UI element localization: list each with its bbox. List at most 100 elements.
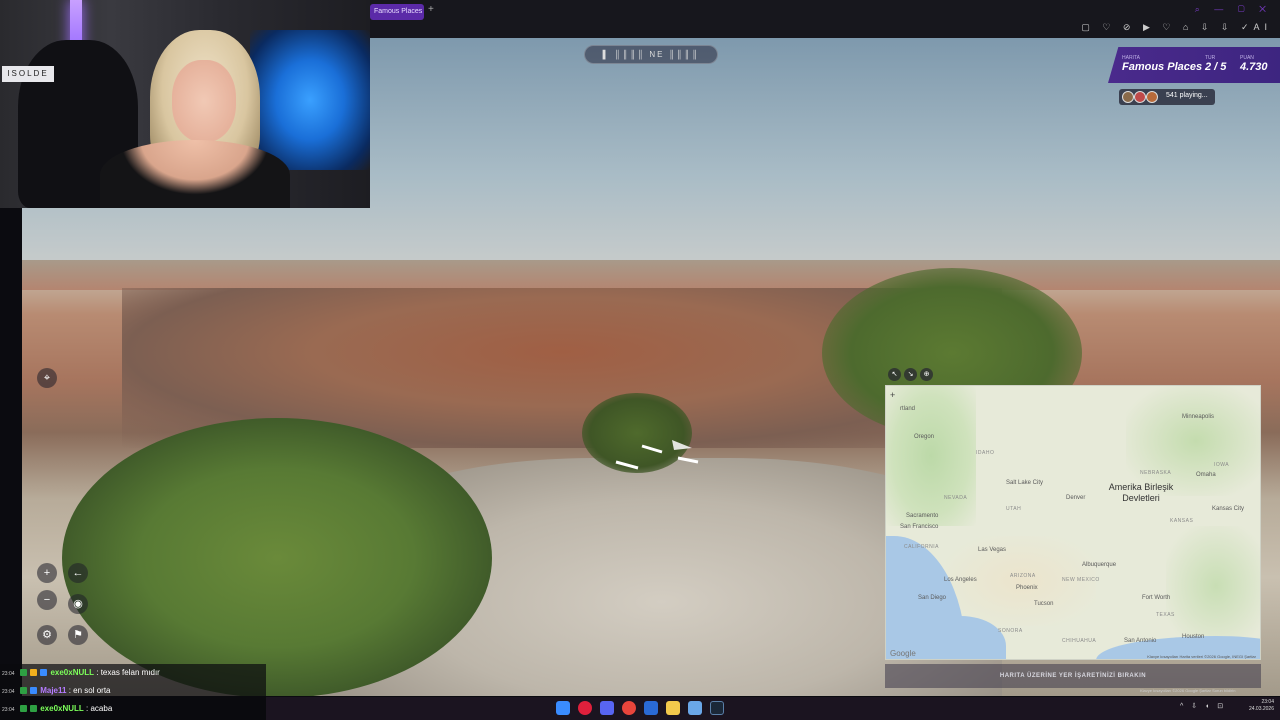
- city-label: San Diego: [918, 595, 947, 601]
- badge-icon: [19, 687, 27, 695]
- status-round: TUR 2 / 5: [1205, 55, 1226, 73]
- map-tools: ↖ ↘ ⊕: [885, 368, 937, 382]
- player-avatar: [1122, 91, 1134, 103]
- browser-tab[interactable]: Famous Places - Gam: [370, 4, 424, 20]
- clock-date: 24.03.2026: [1248, 706, 1274, 712]
- state-label: NEVADA: [944, 495, 968, 501]
- streetview-move-arrow-icon[interactable]: [612, 436, 702, 472]
- map-shrink-icon[interactable]: ↘: [904, 368, 917, 381]
- app-icon[interactable]: [644, 701, 658, 715]
- map-expand-icon[interactable]: ↖: [888, 368, 901, 381]
- city-label: Kansas City: [1212, 506, 1245, 512]
- state-label: ARIZONA: [1010, 573, 1036, 579]
- guess-map[interactable]: + rtland Minneapolis Oregon Salt Lake Ci…: [885, 385, 1261, 660]
- city-label: Tucson: [1034, 601, 1054, 607]
- badge-icon: [40, 669, 48, 677]
- player-avatar: [1146, 91, 1158, 103]
- webcam-blue-light: [250, 30, 370, 170]
- state-label: IOWA: [1214, 462, 1230, 468]
- map-attribution[interactable]: Klavye kısayolları Harita verileri ©2026…: [1147, 654, 1256, 659]
- city-label: Omaha: [1196, 472, 1216, 478]
- flag-icon[interactable]: ⚑: [68, 625, 88, 645]
- status-map: HARITA Famous Places: [1122, 55, 1202, 73]
- chat-time: 23:04: [2, 707, 15, 713]
- system-tray-icons[interactable]: ^ ⇩ ◖ ⊡: [1180, 702, 1226, 710]
- city-label: San Francisco: [900, 524, 939, 530]
- guess-button[interactable]: HARITA ÜZERİNE YER İŞARETİNİZİ BIRAKIN: [885, 664, 1261, 688]
- discord-icon[interactable]: [600, 701, 614, 715]
- state-label: UTAH: [1006, 506, 1022, 512]
- chat-text: : acaba: [86, 704, 113, 713]
- state-label: CALIFORNIA: [904, 544, 940, 550]
- window-controls[interactable]: ⌕ — ▢ ✕: [1195, 4, 1272, 15]
- city-label: Denver: [1066, 495, 1086, 501]
- webcam-overlay: ISOLDE: [0, 0, 370, 208]
- map-terrain: [1126, 386, 1260, 496]
- webcam-sign: ISOLDE: [2, 66, 54, 82]
- state-label: NEBRASKA: [1140, 470, 1172, 476]
- app-icon[interactable]: [688, 701, 702, 715]
- player-avatar: [1134, 91, 1146, 103]
- folder-icon[interactable]: [666, 701, 680, 715]
- tree: [62, 418, 492, 696]
- new-tab-button[interactable]: +: [428, 4, 434, 15]
- chat-username[interactable]: exe0xNULL: [50, 668, 94, 677]
- city-label: Sacramento: [906, 513, 939, 519]
- streamer-face: [172, 60, 236, 142]
- location-pin-icon[interactable]: ⌖: [37, 368, 57, 388]
- state-label: IDAHO: [976, 450, 995, 456]
- city-label: Houston: [1182, 634, 1205, 640]
- status-map-value: Famous Places: [1122, 61, 1203, 73]
- map-footer[interactable]: Klavye kısayolları ©2026 Google Şartlar …: [1140, 688, 1235, 693]
- opera-gx-icon[interactable]: [578, 701, 592, 715]
- badge-icon: [29, 669, 37, 677]
- chat-text: : en sol orta: [68, 686, 111, 695]
- chat-username[interactable]: exe0xNULL: [40, 704, 84, 713]
- players-count: 541 playing...: [1166, 92, 1208, 99]
- chat-username[interactable]: Maje11: [40, 686, 66, 695]
- map-label: rtland: [900, 406, 916, 412]
- city-label: Minneapolis: [1182, 414, 1215, 420]
- settings-gear-icon[interactable]: ⚙: [37, 625, 57, 645]
- badge-icon: [19, 705, 27, 713]
- steam-icon[interactable]: [710, 701, 724, 715]
- google-logo: Google: [890, 649, 916, 658]
- chat-message: 23:04 Maje11 : en sol orta: [2, 686, 111, 695]
- city-label: Oregon: [914, 434, 935, 440]
- city-label: Los Angeles: [944, 577, 977, 583]
- return-to-start-icon[interactable]: ◉: [68, 594, 88, 614]
- map-terrain: [1166, 526, 1260, 646]
- chat-time: 23:04: [2, 671, 15, 677]
- status-round-value: 2 / 5: [1205, 61, 1227, 73]
- zoom-in-icon[interactable]: +: [37, 563, 57, 583]
- start-menu-icon[interactable]: [556, 701, 570, 715]
- state-label: NEW MEXICO: [1062, 577, 1100, 583]
- status-points: PUAN 4.730: [1240, 55, 1268, 73]
- badge-icon: [29, 687, 37, 695]
- compass-bar[interactable]: ▌ ║║║║ NE ║║║║: [584, 45, 718, 64]
- chat-text: : texas felan mıdır: [96, 668, 160, 677]
- chat-time: 23:04: [2, 689, 15, 695]
- city-label: Salt Lake City: [1006, 480, 1044, 486]
- taskbar-clock[interactable]: 23:04 24.03.2026: [1240, 699, 1274, 713]
- state-label: SONORA: [998, 628, 1023, 634]
- taskbar: [266, 697, 1280, 720]
- state-label: CHIHUAHUA: [1062, 638, 1097, 644]
- country-label: Amerika Birleşik Devletleri: [1108, 482, 1174, 503]
- city-label: Phoenix: [1016, 585, 1038, 591]
- city-label: Albuquerque: [1082, 562, 1117, 568]
- map-zoom-icon[interactable]: +: [890, 390, 895, 400]
- badge-icon: [19, 669, 27, 677]
- back-arrow-icon[interactable]: ←: [68, 563, 88, 583]
- city-label: San Antonio: [1124, 638, 1157, 644]
- map-pin-icon[interactable]: ⊕: [920, 368, 933, 381]
- browser-toolbar-icons[interactable]: ▢ ♡ ⊘ ▶ ♡ ⌂ ⇩ ⇩ ✓AI: [1081, 22, 1272, 33]
- chat-message: 23:04 exe0xNULL : acaba: [2, 704, 112, 713]
- badge-icon: [29, 705, 37, 713]
- city-label: Fort Worth: [1142, 595, 1171, 601]
- status-points-value: 4.730: [1240, 61, 1268, 73]
- chrome-icon[interactable]: [622, 701, 636, 715]
- city-label: Las Vegas: [978, 547, 1007, 553]
- zoom-out-icon[interactable]: −: [37, 590, 57, 610]
- state-label: KANSAS: [1170, 518, 1194, 524]
